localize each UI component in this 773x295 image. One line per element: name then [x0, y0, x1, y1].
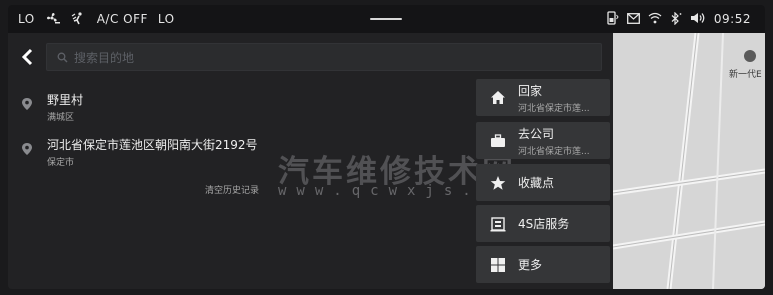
briefcase-icon [488, 131, 508, 151]
search-placeholder: 搜索目的地 [74, 50, 135, 65]
history-item[interactable]: 野里村 满城区 [8, 91, 458, 131]
location-pin-icon [22, 143, 32, 155]
wifi-icon [648, 12, 662, 26]
airflow-icon[interactable] [71, 11, 87, 27]
temperature-right[interactable]: LO [158, 12, 175, 26]
home-label: 回家 [518, 83, 543, 98]
history-subtitle: 保定市 [47, 158, 75, 168]
home-address: 河北省保定市莲... [518, 103, 590, 114]
more-label: 更多 [518, 258, 543, 272]
ac-status[interactable]: A/C OFF [97, 12, 148, 26]
company-button[interactable]: 去公司 河北省保定市莲... [476, 122, 610, 159]
search-icon [57, 52, 68, 62]
bluetooth-icon [670, 11, 682, 27]
company-address: 河北省保定市莲... [518, 146, 590, 157]
search-input[interactable]: 搜索目的地 [46, 43, 602, 71]
volume-icon [690, 12, 706, 26]
navigation-screen: LO A/C OFF LO 09:52 搜索目的地 野里村 满城区 河北省保定市… [8, 5, 765, 289]
status-bar: LO A/C OFF LO 09:52 [8, 5, 765, 33]
service-icon [488, 214, 508, 234]
grid-icon [488, 255, 508, 275]
location-pin-icon [22, 98, 32, 110]
drag-handle[interactable] [370, 18, 402, 20]
clock: 09:52 [713, 12, 751, 26]
service-button[interactable]: 4S店服务 [476, 205, 610, 242]
history-title: 河北省保定市莲池区朝阳南大街2192号 [47, 138, 258, 152]
favorites-button[interactable]: 收藏点 [476, 164, 610, 201]
home-button[interactable]: 回家 河北省保定市莲... [476, 79, 610, 116]
home-icon [488, 88, 508, 108]
message-icon [626, 12, 640, 26]
map-label: 新一代E [729, 70, 762, 80]
company-label: 去公司 [518, 126, 555, 141]
chevron-left-icon [21, 48, 33, 66]
temperature-left[interactable]: LO [18, 12, 35, 26]
service-label: 4S店服务 [518, 217, 570, 231]
back-button[interactable] [16, 45, 40, 69]
map-poi-icon[interactable] [744, 50, 756, 62]
map-view[interactable]: 新一代E [613, 33, 765, 289]
history-subtitle: 满城区 [47, 113, 75, 123]
star-icon [488, 173, 508, 193]
phone-charging-icon [607, 11, 619, 27]
more-button[interactable]: 更多 [476, 246, 610, 283]
clear-history-button[interactable]: 清空历史记录 [205, 183, 259, 196]
history-title: 野里村 [47, 93, 84, 107]
fan-icon[interactable] [45, 11, 61, 27]
favorites-label: 收藏点 [518, 176, 555, 190]
